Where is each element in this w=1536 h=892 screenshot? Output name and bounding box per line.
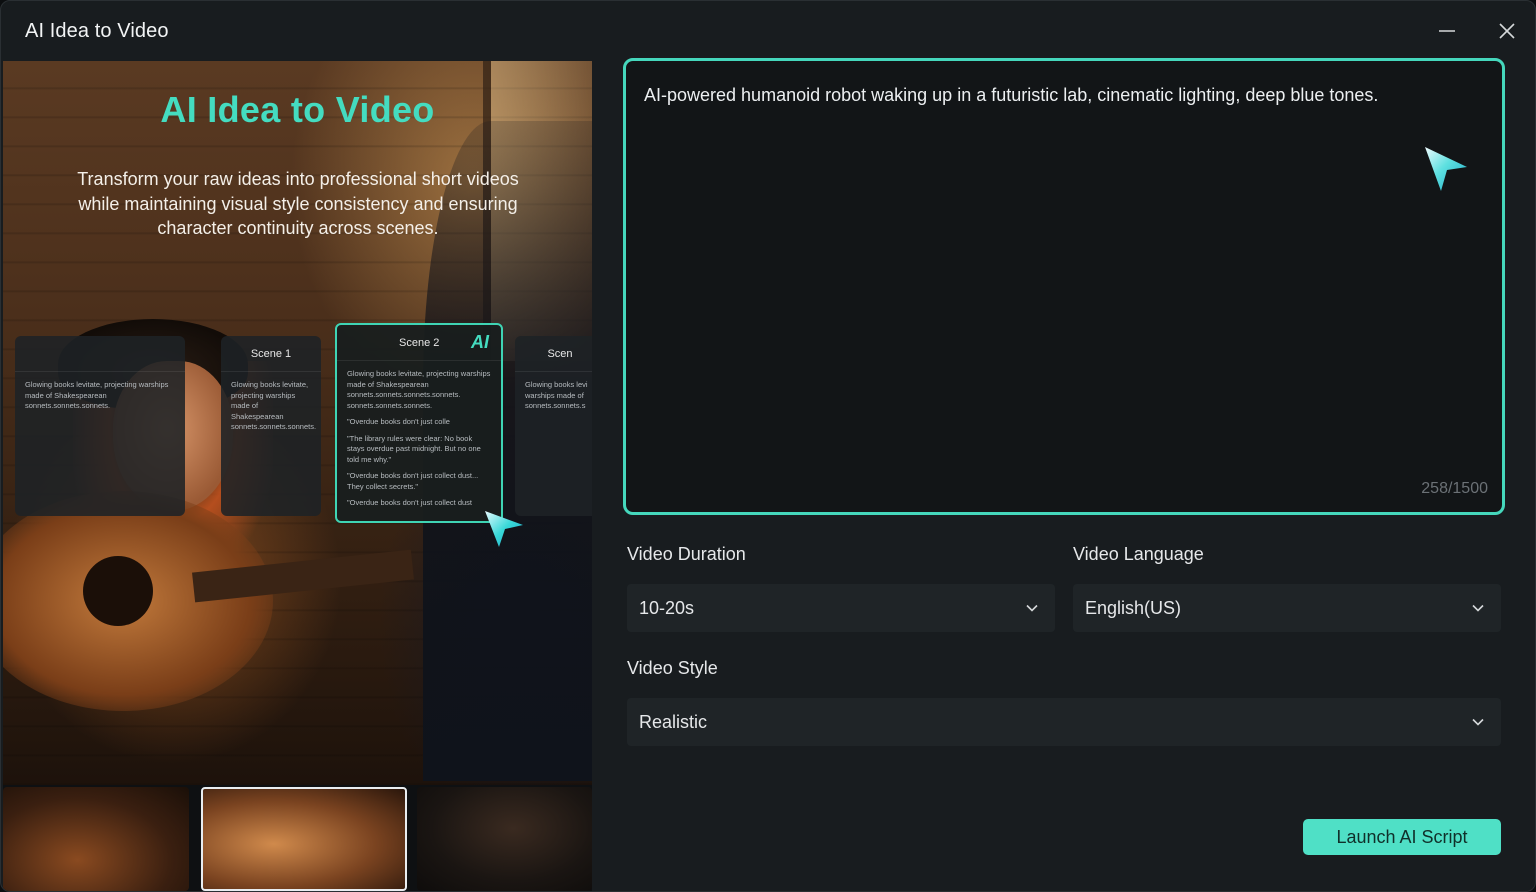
thumbnail-selected[interactable]: [201, 787, 407, 891]
chevron-down-icon: [1472, 718, 1484, 726]
scene-card: Glowing books levitate, projecting warsh…: [15, 336, 185, 516]
close-icon: [1499, 23, 1515, 39]
launch-ai-script-button[interactable]: Launch AI Script: [1303, 819, 1501, 855]
scene-card-title: Scene 2: [399, 336, 440, 349]
video-duration-label: Video Duration: [627, 544, 746, 564]
video-language-select[interactable]: English(US): [1073, 584, 1501, 632]
window-title: AI Idea to Video: [25, 19, 169, 42]
scene-card-title: Scene 1: [221, 336, 321, 372]
pointer-cursor-icon: [485, 511, 523, 547]
prompt-textarea[interactable]: AI-powered humanoid robot waking up in a…: [623, 58, 1505, 515]
minimize-button[interactable]: [1431, 15, 1463, 47]
thumbnail-strip: [3, 785, 592, 891]
hero-subtitle: Transform your raw ideas into profession…: [77, 169, 519, 238]
scene-card-text: Glowing books levitate, projecting warsh…: [25, 380, 169, 410]
app-window: AI Idea to Video AI Idea to Video Transf…: [0, 0, 1536, 892]
scene-card: Scene 1 Glowing books levitate, projecti…: [221, 336, 321, 516]
video-style-value: Realistic: [639, 711, 708, 732]
video-language-value: English(US): [1085, 597, 1182, 618]
scene-line: "The library rules were clear: No book s…: [347, 433, 481, 464]
scene-line: "Overdue books don't just collect dust..…: [347, 471, 479, 491]
chevron-down-icon: [1472, 604, 1484, 612]
thumbnail[interactable]: [417, 787, 592, 891]
scene-card-active: Scene 2 AI Glowing books levitate, proje…: [335, 323, 503, 523]
scene-line: "Overdue books don't just colle: [347, 417, 450, 426]
scene-line: Glowing books levitate, projecting warsh…: [347, 369, 491, 410]
thumbnail[interactable]: [3, 787, 189, 891]
prompt-text[interactable]: AI-powered humanoid robot waking up in a…: [644, 83, 1484, 107]
video-style-select[interactable]: Realistic: [627, 698, 1501, 746]
title-bar: AI Idea to Video: [1, 1, 1535, 61]
scene-card-text: Glowing books levitate, projecting warsh…: [231, 380, 317, 431]
feature-preview: AI Idea to Video Transform your raw idea…: [3, 61, 592, 891]
video-duration-value: 10-20s: [639, 597, 695, 618]
hero-title: AI Idea to Video: [160, 89, 435, 130]
close-button[interactable]: [1491, 15, 1523, 47]
scene-card-title: Scen: [515, 336, 592, 372]
send-cursor-icon: [1425, 147, 1467, 191]
video-duration-select[interactable]: 10-20s: [627, 584, 1055, 632]
hero-image: AI Idea to Video Transform your raw idea…: [3, 61, 592, 785]
video-style-label: Video Style: [627, 658, 718, 678]
character-counter: 258/1500: [1421, 480, 1488, 497]
video-language-label: Video Language: [1073, 544, 1204, 564]
chevron-down-icon: [1026, 604, 1038, 612]
scene-line: "Overdue books don't just collect dust: [347, 498, 472, 507]
scene-card: Scen Glowing books levi warships made of…: [515, 336, 592, 516]
scene-card-text: Glowing books levi warships made of sonn…: [525, 380, 588, 410]
ai-badge: AI: [471, 332, 489, 352]
minimize-icon: [1439, 30, 1455, 32]
